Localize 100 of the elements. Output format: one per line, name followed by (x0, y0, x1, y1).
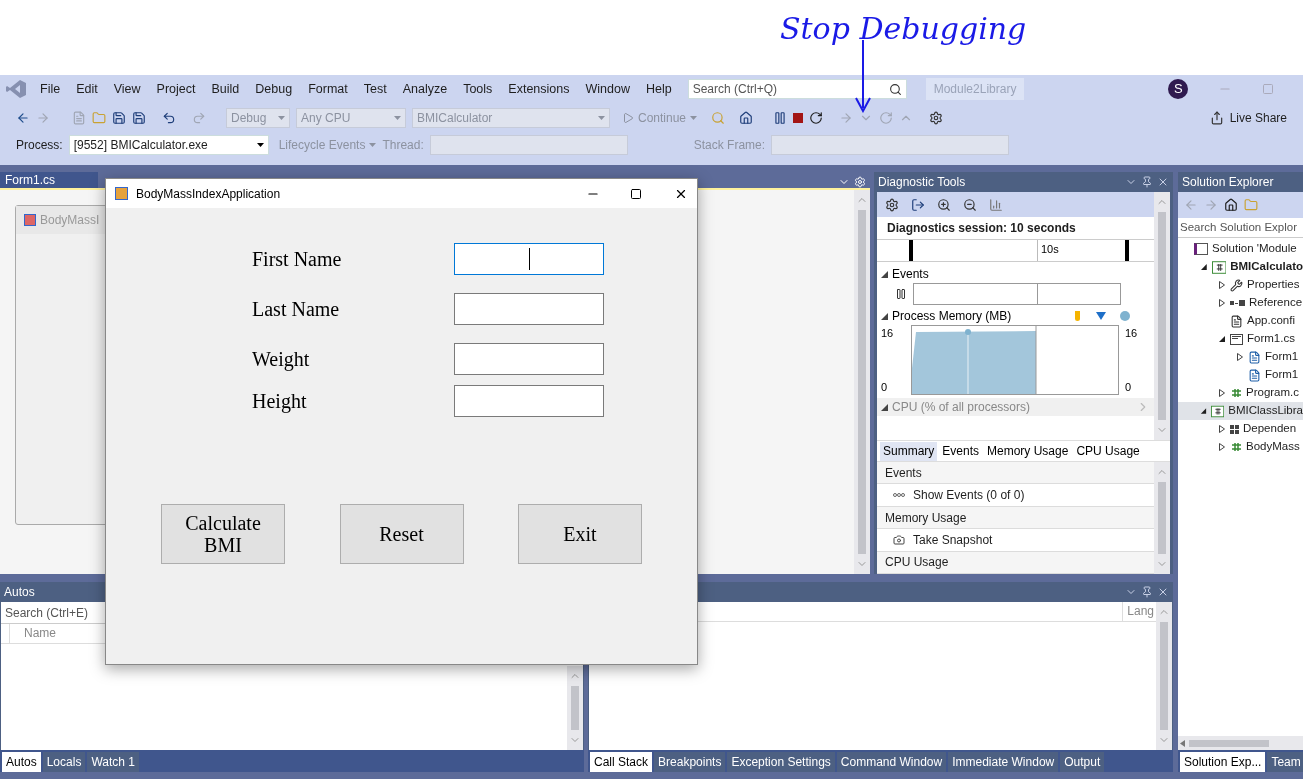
tool-window-tab[interactable]: Watch 1 (87, 752, 139, 772)
tool-window-tab[interactable]: Command Window (836, 752, 947, 772)
scroll-thumb[interactable] (1158, 482, 1166, 554)
zoom-out-icon[interactable] (963, 197, 977, 212)
search-field[interactable]: Search (Ctrl+Q) (687, 79, 907, 99)
pause-icon[interactable] (895, 288, 907, 300)
menu-item[interactable]: Debug (247, 79, 301, 99)
scrollbar[interactable] (567, 666, 583, 750)
tool-window-tab[interactable]: Solution Exp... (1180, 752, 1266, 772)
zoom-in-icon[interactable] (937, 197, 951, 212)
tool-window-tab[interactable]: Output (1060, 752, 1105, 772)
tool-window-tab[interactable]: Exception Settings (727, 752, 835, 772)
text-input[interactable] (454, 385, 604, 417)
play-icon[interactable] (622, 112, 634, 124)
sync-icon[interactable] (1244, 198, 1258, 212)
diagnostics-tab[interactable]: Events (939, 442, 983, 461)
forward-icon[interactable] (1204, 198, 1218, 212)
collapse-icon[interactable] (881, 403, 888, 411)
scrollbar[interactable] (1156, 602, 1172, 750)
expand-arrow-icon[interactable] (1236, 353, 1244, 361)
scrollbar[interactable] (1154, 462, 1170, 574)
form-button[interactable]: Calculate BMI (161, 504, 285, 564)
tree-item[interactable]: App.confi (1178, 312, 1303, 330)
tool-window-tab[interactable]: Immediate Window (948, 752, 1059, 772)
document-tab[interactable]: Form1.cs (0, 172, 98, 188)
forward-icon[interactable] (36, 111, 50, 125)
home-icon[interactable] (739, 111, 754, 125)
diagnostics-tab[interactable]: Summary (880, 442, 938, 461)
tree-item[interactable]: Reference (1178, 294, 1303, 312)
maximize-icon[interactable] (630, 187, 642, 200)
live-share-button[interactable]: Live Share (1229, 109, 1287, 127)
tool-window-tab[interactable]: Autos (2, 752, 41, 772)
tool-window-tab[interactable]: Team (1267, 752, 1303, 772)
menu-item[interactable]: Analyze (394, 79, 456, 99)
tool-window-tab[interactable]: Locals (42, 752, 86, 772)
find-icon[interactable] (711, 111, 726, 125)
menu-item[interactable]: File (32, 79, 69, 99)
menu-item[interactable]: Edit (68, 79, 106, 99)
tree-item[interactable]: Form1.cs (1178, 330, 1303, 348)
tool-window-tab[interactable]: Call Stack (590, 752, 653, 772)
tree-item[interactable]: BodyMass (1178, 438, 1303, 456)
thread-dropdown[interactable] (429, 135, 628, 155)
scroll-thumb[interactable] (571, 686, 579, 730)
tree-item[interactable]: Form1 (1178, 348, 1303, 366)
scroll-thumb[interactable] (1158, 212, 1166, 420)
text-input[interactable] (454, 293, 604, 325)
menu-item[interactable]: Help (637, 79, 680, 99)
tree-item[interactable]: Dependen (1178, 420, 1303, 438)
scrollbar[interactable] (1154, 192, 1170, 440)
expand-arrow-icon[interactable] (1200, 407, 1208, 415)
search-field[interactable]: Search Solution Explor (1178, 218, 1303, 238)
column-header[interactable]: Name (9, 624, 56, 643)
back-icon[interactable] (16, 111, 30, 125)
step-over-icon[interactable] (879, 111, 894, 125)
collapse-icon[interactable] (881, 312, 888, 320)
undo-icon[interactable] (162, 111, 176, 125)
menu-item[interactable]: Build (203, 79, 248, 99)
redo-icon[interactable] (192, 111, 206, 125)
menu-item[interactable]: View (105, 79, 149, 99)
expand-arrow-icon[interactable] (1218, 443, 1226, 451)
new-item-icon[interactable] (72, 111, 86, 125)
menu-item[interactable]: Tools (455, 79, 501, 99)
save-all-icon[interactable] (132, 111, 146, 125)
menu-item[interactable]: Format (300, 79, 356, 99)
search-icon[interactable] (888, 82, 902, 96)
threads-icon[interactable] (929, 111, 944, 125)
diagnostics-tab[interactable]: CPU Usage (1073, 442, 1143, 461)
expand-arrow-icon[interactable] (1218, 299, 1226, 307)
scroll-thumb[interactable] (858, 210, 866, 554)
app-logo-icon[interactable] (5, 79, 27, 99)
menu-item[interactable]: Test (355, 79, 395, 99)
tree-item[interactable]: Solution 'Module (1178, 240, 1303, 258)
tool-window-tab[interactable]: Breakpoints (654, 752, 726, 772)
menu-item[interactable]: Project (148, 79, 204, 99)
tree-item[interactable]: Form1 (1178, 366, 1303, 384)
search-field[interactable]: Search (Ctrl+E) (1, 602, 105, 623)
stack-frame-dropdown[interactable] (771, 135, 1010, 155)
horizontal-scrollbar[interactable] (1178, 736, 1303, 750)
text-input[interactable] (454, 243, 604, 275)
live-share-icon[interactable] (1209, 111, 1224, 125)
scroll-thumb[interactable] (1160, 622, 1168, 730)
expand-arrow-icon[interactable] (1218, 281, 1226, 289)
form-button[interactable]: Exit (518, 504, 642, 564)
tree-item[interactable]: Program.c (1178, 384, 1303, 402)
chart-icon[interactable] (989, 197, 1003, 212)
menu-item[interactable]: Window (577, 79, 638, 99)
expand-arrow-icon[interactable] (1200, 263, 1208, 271)
export-icon[interactable] (911, 197, 925, 212)
diagnostics-tab[interactable]: Memory Usage (984, 442, 1072, 461)
pin-icon[interactable] (1141, 586, 1153, 598)
scroll-left-icon[interactable] (1180, 739, 1185, 747)
restart-icon[interactable] (809, 111, 824, 125)
scrollbar[interactable] (854, 190, 870, 574)
form-button[interactable]: Reset (339, 504, 464, 564)
home-icon[interactable] (1224, 198, 1238, 212)
step-arrow-icon[interactable] (839, 111, 854, 125)
collapse-icon[interactable] (881, 270, 888, 278)
expand-arrow-icon[interactable] (1218, 425, 1226, 433)
open-folder-icon[interactable] (92, 111, 106, 125)
expand-arrow-icon[interactable] (1218, 389, 1226, 397)
